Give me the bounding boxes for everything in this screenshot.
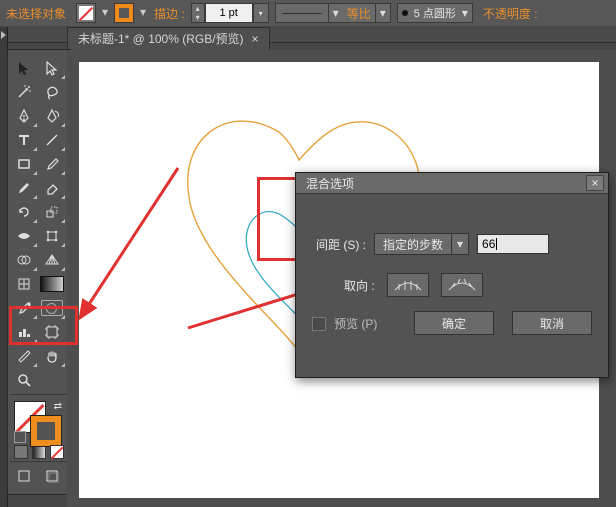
color-mode-solid[interactable]	[14, 445, 28, 459]
document-tab[interactable]: 未标题-1* @ 100% (RGB/预览) ×	[67, 27, 270, 50]
stepper-icon[interactable]: ▴▾	[191, 3, 205, 23]
spacing-mode-dropdown[interactable]: 指定的步数 ▾	[374, 233, 469, 255]
swap-fill-stroke-icon[interactable]: ⇄	[54, 401, 62, 412]
artboard-tool[interactable]	[38, 320, 66, 344]
eraser-tool[interactable]	[38, 176, 66, 200]
slice-tool[interactable]	[10, 344, 38, 368]
no-selection-indicator: 未选择对象	[6, 5, 66, 22]
spacing-value-input[interactable]: 66	[477, 234, 549, 254]
fill-swatch[interactable]	[76, 3, 96, 23]
spacing-mode-value: 指定的步数	[375, 236, 451, 253]
rectangle-tool[interactable]	[10, 152, 38, 176]
eyedropper-tool[interactable]	[10, 296, 38, 320]
ok-button[interactable]: 确定	[414, 311, 494, 335]
draw-mode-normal[interactable]	[10, 464, 38, 488]
gradient-tool[interactable]	[38, 272, 66, 296]
profile-line-icon	[282, 13, 322, 14]
variable-width-profile-dropdown[interactable]: ▾ 等比 ▾	[275, 3, 391, 23]
spacing-row: 间距 (S) : 指定的步数 ▾ 66	[316, 233, 549, 255]
symbol-sprayer-tool[interactable]	[38, 296, 66, 320]
rotate-tool[interactable]	[10, 200, 38, 224]
fill-stroke-indicator[interactable]: ▾ ▾	[76, 3, 148, 23]
scale-tool[interactable]	[38, 200, 66, 224]
preview-row: 预览 (P)	[312, 315, 377, 332]
orientation-row: 取向 :	[344, 273, 483, 297]
cancel-button[interactable]: 取消	[512, 311, 592, 335]
line-segment-tool[interactable]	[38, 128, 66, 152]
perspective-grid-tool[interactable]	[38, 248, 66, 272]
orientation-align-page[interactable]	[387, 273, 429, 297]
column-graph-tool[interactable]	[10, 320, 38, 344]
toggle-fill-stroke[interactable]	[38, 368, 66, 392]
stroke-color-swatch[interactable]	[30, 415, 62, 447]
spacing-value-text: 66	[482, 237, 495, 251]
chevron-down-icon[interactable]: ▾	[100, 3, 110, 21]
color-mode-none[interactable]	[50, 445, 64, 459]
shape-builder-tool[interactable]	[10, 248, 38, 272]
dialog-button-row: 确定 取消	[414, 311, 592, 335]
brush-definition-dropdown[interactable]: 5 点圆形 ▾	[397, 3, 473, 23]
chevron-down-icon[interactable]: ▾	[329, 6, 343, 20]
chevron-down-icon[interactable]: ▾	[376, 6, 390, 20]
dialog-titlebar[interactable]: 混合选项 ×	[296, 173, 608, 194]
pen-tool[interactable]	[10, 104, 38, 128]
stroke-swatch[interactable]	[114, 3, 134, 23]
gradient-icon	[40, 276, 64, 292]
sprayer-icon	[41, 300, 63, 316]
orientation-label: 取向 :	[344, 277, 375, 294]
direct-selection-tool[interactable]	[38, 56, 66, 80]
draw-mode-behind[interactable]	[38, 464, 66, 488]
profile-label: 等比	[343, 5, 375, 22]
brush-dot-icon	[402, 10, 408, 16]
chevron-down-icon[interactable]: ▾	[138, 3, 148, 21]
type-tool[interactable]	[10, 128, 38, 152]
curvature-tool[interactable]	[38, 104, 66, 128]
options-bar: 未选择对象 ▾ ▾ 描边 : ▴▾ ▾ ▾ 等比 ▾ 5 点圆形 ▾ 不透明度 …	[0, 0, 616, 27]
stroke-weight-field[interactable]: ▴▾ ▾	[191, 4, 269, 22]
selection-tool[interactable]	[10, 56, 38, 80]
hand-tool[interactable]	[38, 344, 66, 368]
zoom-tool[interactable]	[10, 368, 38, 392]
dialog-title: 混合选项	[306, 175, 354, 192]
brush-label: 5 点圆形	[414, 5, 456, 21]
preview-label: 预览 (P)	[334, 315, 377, 332]
opacity-label: 不透明度 :	[483, 5, 538, 22]
close-dialog-icon[interactable]: ×	[586, 175, 604, 191]
document-tabstrip: 未标题-1* @ 100% (RGB/预览) ×	[67, 27, 270, 49]
triangle-right-icon	[1, 31, 6, 39]
spacing-label: 间距 (S) :	[316, 236, 366, 253]
pencil-tool[interactable]	[10, 176, 38, 200]
chevron-down-icon[interactable]: ▾	[253, 3, 269, 23]
magic-wand-tool[interactable]	[10, 80, 38, 104]
color-mode-row	[14, 445, 64, 459]
preview-checkbox[interactable]	[312, 317, 326, 331]
tools-panel: ⇄	[7, 49, 71, 495]
color-mode-gradient[interactable]	[32, 445, 46, 459]
stroke-weight-input[interactable]	[205, 3, 253, 23]
orientation-align-path[interactable]	[441, 273, 483, 297]
width-tool[interactable]	[10, 224, 38, 248]
blend-options-dialog: 混合选项 × 间距 (S) : 指定的步数 ▾ 66 取向 :	[295, 172, 609, 378]
paintbrush-tool[interactable]	[38, 152, 66, 176]
lasso-tool[interactable]	[38, 80, 66, 104]
mesh-tool[interactable]	[10, 272, 38, 296]
chevron-down-icon[interactable]: ▾	[452, 237, 468, 251]
document-tab-title: 未标题-1* @ 100% (RGB/预览)	[78, 30, 244, 47]
free-transform-tool[interactable]	[38, 224, 66, 248]
fill-stroke-control[interactable]: ⇄	[10, 399, 66, 443]
stroke-label: 描边 :	[154, 5, 185, 22]
default-fill-stroke-icon[interactable]	[14, 431, 26, 443]
close-tab-icon[interactable]: ×	[252, 32, 259, 46]
chevron-down-icon[interactable]: ▾	[462, 6, 468, 20]
